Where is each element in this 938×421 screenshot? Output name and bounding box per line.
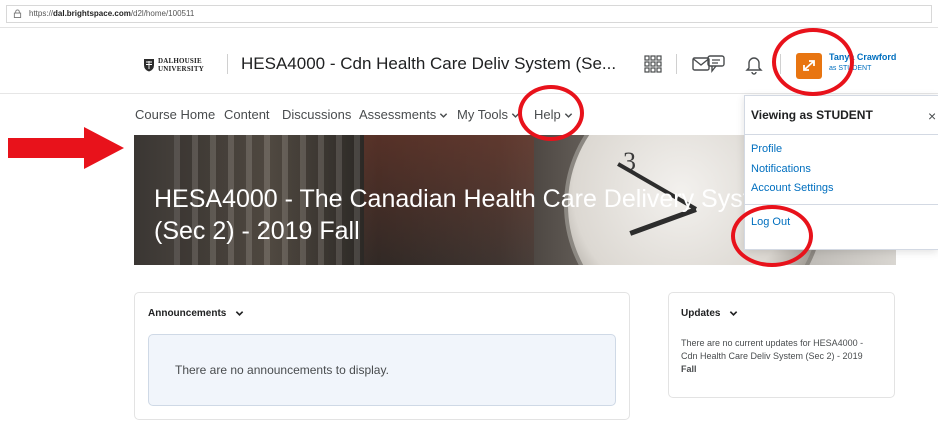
- crest-icon: [144, 59, 154, 72]
- url-path: /d2l/home/100511: [130, 9, 195, 18]
- announcements-title: Announcements: [148, 308, 227, 319]
- red-arrow-annotation: [8, 127, 124, 169]
- chevron-down-icon[interactable]: [729, 309, 738, 318]
- menu-link-account-settings[interactable]: Account Settings: [751, 182, 834, 194]
- chevron-down-icon: [440, 113, 448, 118]
- nav-my-tools[interactable]: My Tools: [457, 107, 520, 122]
- nav-label: Content: [224, 107, 270, 122]
- updates-text-main: There are no current updates for HESA400…: [681, 338, 864, 361]
- announcements-heading[interactable]: Announcements: [148, 308, 244, 319]
- lock-icon: [13, 9, 22, 18]
- menu-link-profile[interactable]: Profile: [751, 143, 782, 155]
- red-circle-user-annotation: [772, 28, 854, 96]
- announcements-empty-state: There are no announcements to display.: [148, 334, 616, 406]
- updates-text-term: Fall: [681, 364, 697, 374]
- course-title-link[interactable]: HESA4000 - Cdn Health Care Deliv System …: [241, 54, 616, 74]
- chat-icon[interactable]: [705, 53, 727, 75]
- bell-icon[interactable]: [743, 53, 765, 75]
- red-circle-help-annotation: [518, 85, 584, 141]
- announcements-empty-text: There are no announcements to display.: [175, 363, 389, 377]
- nav-label: My Tools: [457, 107, 509, 122]
- nav-discussions[interactable]: Discussions: [282, 107, 351, 122]
- logo-line-2: UNIVERSITY: [158, 65, 204, 73]
- chevron-down-icon[interactable]: [235, 309, 244, 318]
- university-logo[interactable]: DALHOUSIE UNIVERSITY: [143, 53, 213, 77]
- logo-line-1: DALHOUSIE: [158, 57, 202, 65]
- nav-label: Assessments: [359, 107, 437, 122]
- nav-content[interactable]: Content: [224, 107, 270, 122]
- divider: [227, 54, 228, 74]
- updates-text: There are no current updates for HESA400…: [681, 337, 876, 376]
- updates-title: Updates: [681, 308, 721, 319]
- user-menu-heading: Viewing as STUDENT: [751, 108, 873, 122]
- nav-course-home[interactable]: Course Home: [135, 107, 215, 122]
- divider: [676, 54, 677, 74]
- url-host: dal.brightspace.com: [53, 9, 131, 18]
- menu-divider: [745, 134, 938, 135]
- browser-url-bar: https://dal.brightspace.com/d2l/home/100…: [0, 0, 938, 28]
- close-icon[interactable]: ×: [928, 108, 936, 124]
- nav-label: Discussions: [282, 107, 352, 122]
- red-circle-logout-annotation: [731, 205, 813, 267]
- url-prefix: https://: [29, 9, 54, 18]
- nav-label: Course Home: [135, 107, 216, 122]
- address-field[interactable]: https://dal.brightspace.com/d2l/home/100…: [6, 5, 932, 23]
- menu-link-notifications[interactable]: Notifications: [751, 163, 811, 175]
- course-selector-icon[interactable]: [642, 53, 664, 75]
- updates-heading[interactable]: Updates: [681, 308, 738, 319]
- nav-assessments[interactable]: Assessments: [359, 107, 448, 122]
